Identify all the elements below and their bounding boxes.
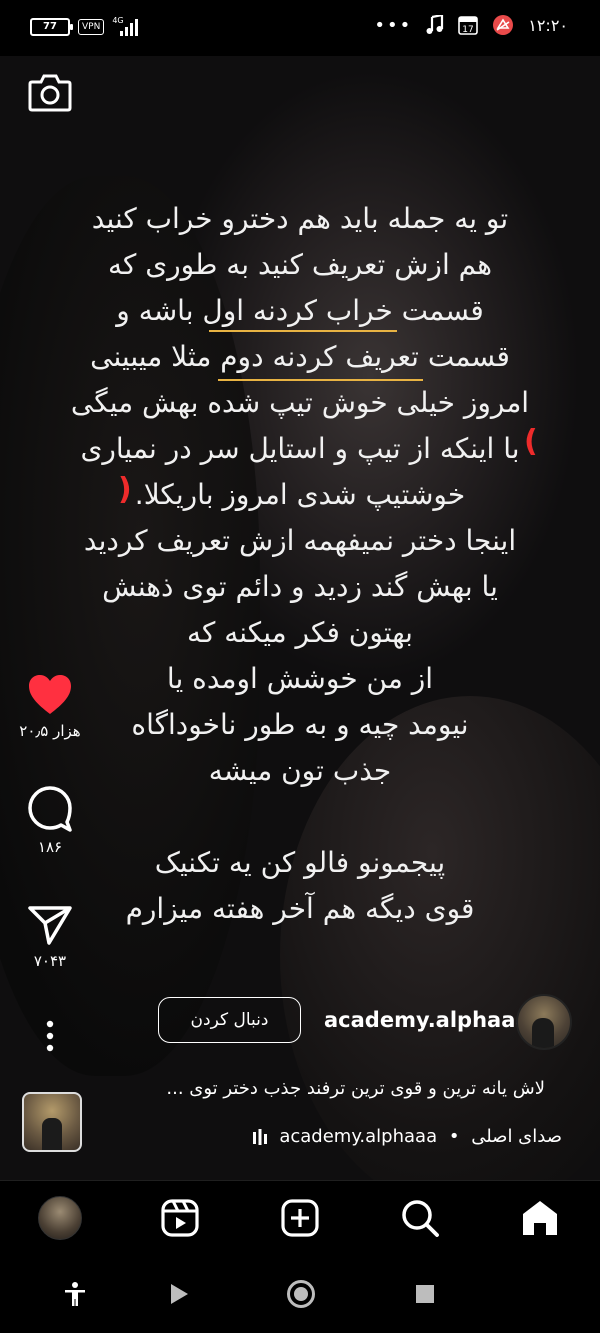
- heart-icon[interactable]: [27, 674, 73, 716]
- home-icon[interactable]: [520, 1199, 560, 1237]
- back-play-icon[interactable]: [169, 1283, 189, 1305]
- overlay-line: با اینکه از تیپ و استایل سر در نمیاری: [80, 432, 520, 465]
- overlay-line: امروز خیلی خوش تیپ شده بهش میگی: [70, 386, 530, 419]
- music-icon: [426, 15, 444, 34]
- nav-search[interactable]: [397, 1195, 443, 1241]
- nav-profile[interactable]: [37, 1195, 83, 1241]
- share-count: ۷۰۴۳: [33, 952, 67, 970]
- like-action[interactable]: ۲۰٫۵ هزار: [0, 674, 100, 740]
- reel-text-overlay: تو یه جمله باید هم دخترو خراب کنید هم از…: [40, 196, 560, 932]
- recents-icon[interactable]: [415, 1284, 435, 1304]
- follow-button[interactable]: دنبال کردن: [158, 997, 301, 1043]
- create-icon[interactable]: [281, 1199, 319, 1237]
- vpn-icon: VPN: [78, 19, 105, 35]
- text-underline: [209, 330, 397, 332]
- overlay-line: اینجا دختر نمیفهمه ازش تعریف کردید: [83, 524, 517, 557]
- overlay-line: قسمت تعریف کردنه دوم مثلا میبینی: [90, 340, 510, 373]
- more-options[interactable]: [0, 1020, 100, 1056]
- battery-icon: 77: [30, 18, 73, 36]
- bottom-nav: [0, 1180, 600, 1256]
- overlay-line: [40, 794, 560, 840]
- comment-icon[interactable]: [27, 786, 73, 832]
- status-left: 77 VPN 4G: [30, 16, 146, 36]
- share-icon[interactable]: [27, 904, 73, 946]
- overlay-line: قوی دیگه هم آخر هفته میزارم: [125, 892, 475, 925]
- nav-reels[interactable]: [157, 1195, 203, 1241]
- audio-separator: •: [448, 1126, 460, 1147]
- svg-text:17: 17: [463, 25, 474, 35]
- app-notification-icon: [493, 15, 514, 35]
- home-circle-icon[interactable]: [286, 1279, 316, 1309]
- sys-recents[interactable]: [406, 1275, 444, 1313]
- calendar-icon: 17: [458, 16, 479, 35]
- signal-icon: 4G: [112, 16, 146, 36]
- nav-home[interactable]: [517, 1195, 563, 1241]
- red-paren-open: (: [524, 424, 538, 459]
- accessibility-icon[interactable]: [63, 1281, 87, 1307]
- audio-bars-icon: [252, 1129, 267, 1145]
- red-paren-close: ): [118, 472, 132, 507]
- overlay-line: پیجمونو فالو کن یه تکنیک: [154, 846, 446, 879]
- overlay-line: بهتون فکر میکنه که: [187, 616, 413, 649]
- overlay-line: تو یه جمله باید هم دخترو خراب کنید: [91, 202, 509, 235]
- overlay-line: هم ازش تعریف کنید به طوری که: [107, 248, 493, 281]
- search-icon[interactable]: [401, 1199, 439, 1237]
- share-action[interactable]: ۷۰۴۳: [0, 904, 100, 970]
- audio-info[interactable]: صدای اصلی • academy.alphaaa: [232, 1126, 562, 1147]
- comment-action[interactable]: ۱۸۶: [0, 786, 100, 856]
- status-right: ••• 17 ۱۲:۲۰: [374, 14, 568, 36]
- author-row: دنبال کردن academy.alphaaa: [158, 994, 578, 1050]
- more-vertical-icon[interactable]: [45, 1020, 55, 1052]
- audio-thumbnail[interactable]: [22, 1092, 82, 1152]
- audio-label: صدای اصلی: [471, 1126, 562, 1147]
- author-avatar[interactable]: [516, 994, 572, 1050]
- audio-account: academy.alphaaa: [279, 1126, 438, 1147]
- text-underline: [218, 379, 423, 381]
- reels-icon[interactable]: [161, 1199, 199, 1237]
- profile-avatar[interactable]: [38, 1196, 82, 1240]
- overlay-line: از من خوشش اومده یا: [166, 662, 434, 695]
- overlay-line: نیومد چیه و به طور ناخوداگاه: [131, 708, 469, 741]
- sys-accessibility[interactable]: [56, 1275, 94, 1313]
- sys-home[interactable]: [282, 1275, 320, 1313]
- overlay-line: قسمت خراب کردنه اول باشه و: [116, 294, 484, 327]
- nav-create[interactable]: [277, 1195, 323, 1241]
- like-count: ۲۰٫۵ هزار: [19, 722, 81, 740]
- more-notifications-icon: •••: [374, 14, 413, 36]
- comment-count: ۱۸۶: [37, 838, 63, 856]
- sys-back[interactable]: [160, 1275, 198, 1313]
- author-username[interactable]: academy.alphaaa: [324, 1008, 530, 1032]
- clock: ۱۲:۲۰: [528, 15, 568, 35]
- status-bar: 77 VPN 4G ••• 17 ۱۲:۲۰: [0, 0, 600, 56]
- overlay-line: یا بهش گند زدید و دائم توی ذهنش: [102, 570, 498, 603]
- system-nav: [0, 1255, 600, 1333]
- reel-caption[interactable]: لاش یانه ترین و قوی ترین ترفند جذب دختر …: [118, 1078, 545, 1099]
- reel-screen: 77 VPN 4G ••• 17 ۱۲:۲۰ تو یه جمله باید ه…: [0, 0, 600, 1333]
- overlay-line: جذب تون میشه: [208, 754, 392, 787]
- camera-icon[interactable]: [28, 72, 72, 112]
